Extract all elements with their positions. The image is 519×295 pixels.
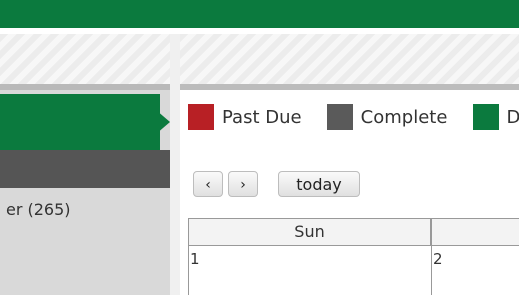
calendar-column-sun: Sun 1 bbox=[188, 218, 431, 295]
today-button[interactable]: today bbox=[278, 171, 360, 197]
calendar-grid: Sun 1 2 bbox=[188, 218, 519, 295]
day-cell[interactable] bbox=[431, 246, 519, 295]
day-cell[interactable] bbox=[188, 246, 431, 295]
legend-label-due: Du bbox=[506, 106, 519, 128]
right-header-border bbox=[180, 84, 519, 90]
next-button[interactable]: › bbox=[228, 171, 258, 197]
prev-button[interactable]: ‹ bbox=[193, 171, 223, 197]
due-swatch bbox=[472, 104, 499, 130]
calendar-column-next: 2 bbox=[431, 218, 519, 295]
day-number: 1 bbox=[190, 250, 200, 268]
legend-item-past-due: Past Due bbox=[188, 104, 302, 130]
pane-divider bbox=[170, 34, 180, 295]
sidebar-item-active[interactable] bbox=[0, 94, 160, 150]
past-due-swatch bbox=[188, 104, 214, 130]
day-number: 2 bbox=[433, 250, 443, 268]
app-frame: er (265) Past Due Complete Du ‹ › today … bbox=[0, 0, 519, 295]
status-legend: Past Due Complete Du bbox=[188, 104, 519, 132]
day-header bbox=[431, 218, 519, 246]
sidebar-item-label: er (265) bbox=[6, 200, 71, 219]
legend-item-due: Du bbox=[472, 104, 519, 130]
legend-label-complete: Complete bbox=[360, 106, 448, 128]
active-item-pointer bbox=[156, 110, 170, 134]
day-header-sun: Sun bbox=[188, 218, 431, 246]
left-header-band bbox=[0, 34, 170, 84]
right-header-band bbox=[180, 34, 519, 84]
complete-swatch bbox=[326, 104, 353, 130]
top-bar bbox=[0, 0, 519, 28]
legend-item-complete: Complete bbox=[326, 104, 448, 130]
sidebar-item-dark[interactable] bbox=[0, 150, 170, 188]
legend-label-past-due: Past Due bbox=[222, 106, 302, 128]
